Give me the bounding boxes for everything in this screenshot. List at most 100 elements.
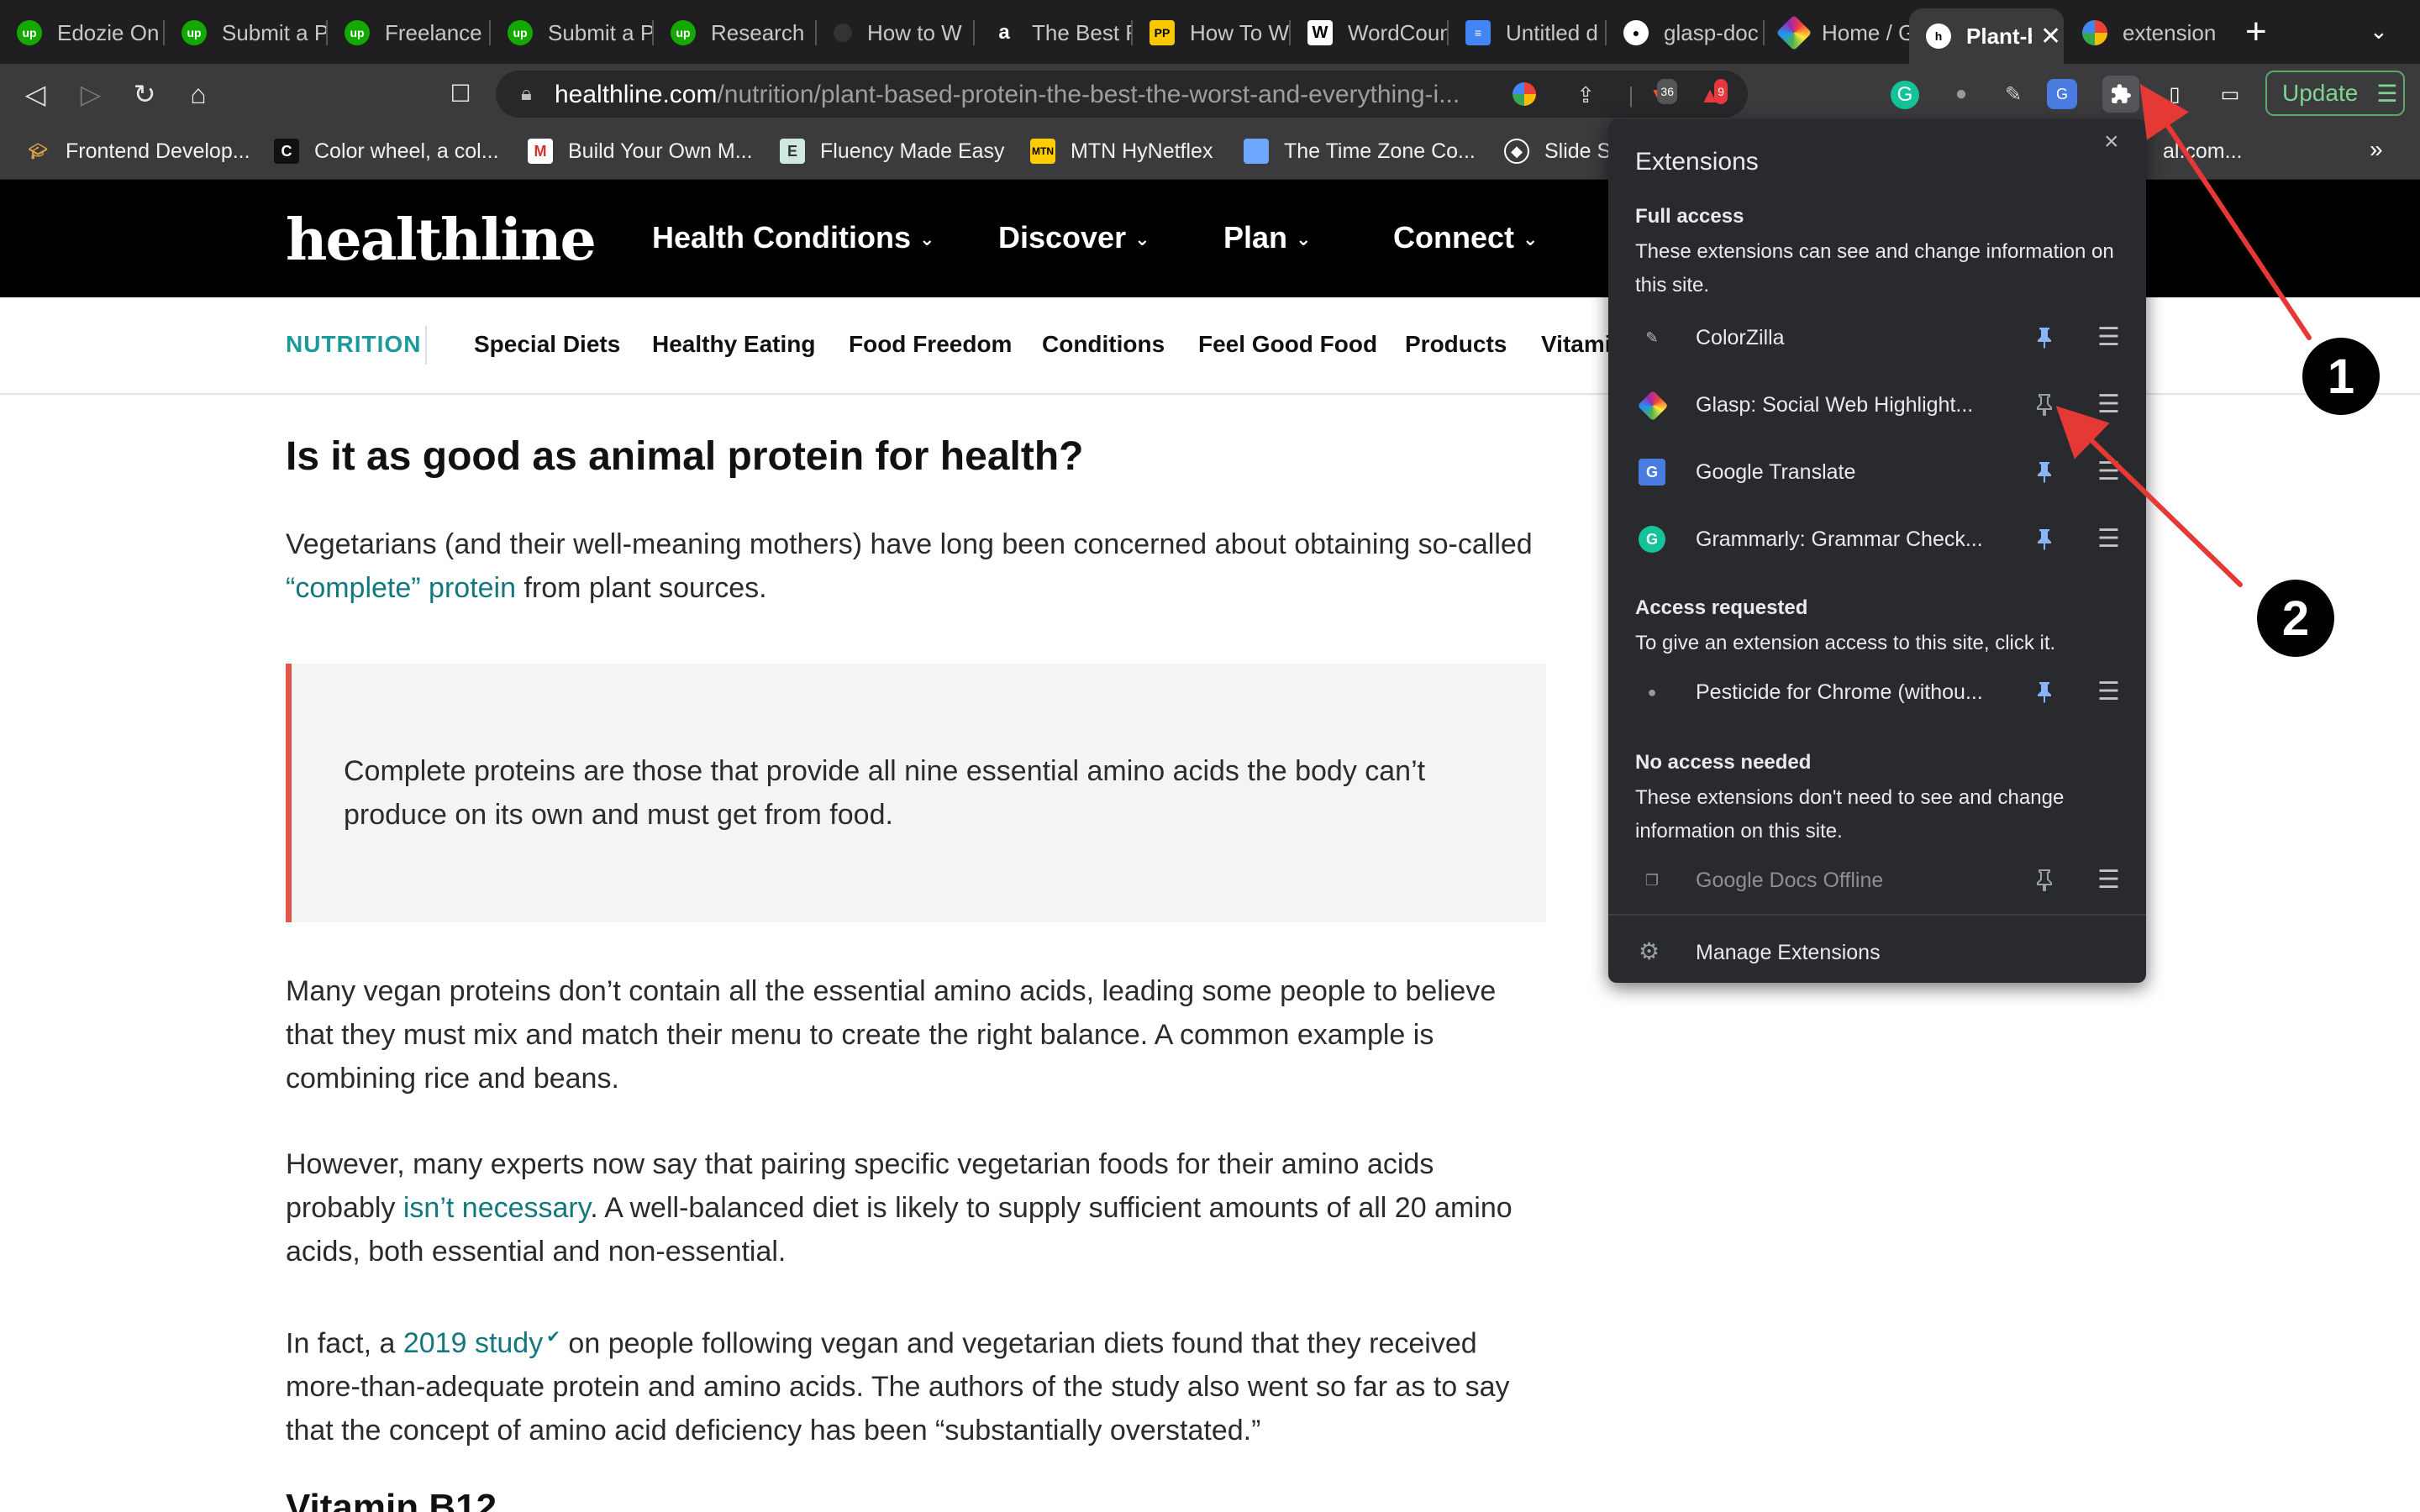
nav-health-conditions[interactable]: Health Conditions ⌄ bbox=[652, 220, 934, 255]
w-icon: W bbox=[1307, 20, 1333, 45]
gear-icon: ⚙ bbox=[1639, 938, 1660, 964]
upwork-icon: up bbox=[345, 20, 370, 45]
tab[interactable]: up Submit a P bbox=[165, 8, 328, 57]
healthline-logo[interactable]: healthline bbox=[286, 207, 597, 274]
tab[interactable]: ● glasp-doc bbox=[1607, 8, 1765, 57]
bookmark-item[interactable]: M Build Your Own M... bbox=[528, 136, 753, 166]
isnt-necessary-link[interactable]: isn’t necessary bbox=[403, 1192, 590, 1224]
tab[interactable]: ≡ Untitled d bbox=[1449, 8, 1607, 57]
new-tab-button[interactable]: + bbox=[2245, 13, 2267, 50]
more-menu-icon[interactable]: ☰ bbox=[2097, 865, 2120, 895]
menu-icon: ☰ bbox=[2376, 80, 2398, 107]
section-heading: Vitamin B12 bbox=[286, 1487, 497, 1512]
tab[interactable]: PP How To W bbox=[1133, 8, 1291, 57]
subnav-food-freedom[interactable]: Food Freedom bbox=[849, 331, 1012, 358]
tab[interactable]: up Research bbox=[654, 8, 817, 57]
paragraph: Many vegan proteins don’t contain all th… bbox=[286, 975, 1497, 1095]
step-2-marker: 2 bbox=[2257, 580, 2334, 657]
colorzilla-icon[interactable]: ✎ bbox=[1995, 76, 2032, 113]
bookmark-item[interactable]: MTN MTN HyNetflex bbox=[1030, 136, 1213, 166]
update-button[interactable]: Update ☰ bbox=[2265, 71, 2405, 116]
close-icon[interactable]: × bbox=[2104, 128, 2119, 156]
tab[interactable]: Home / Gl bbox=[1765, 8, 1909, 57]
bookmark-item[interactable]: C Color wheel, a col... bbox=[274, 136, 499, 166]
amazon-icon: a bbox=[998, 21, 1010, 44]
manage-extensions-button[interactable]: ⚙ Manage Extensions bbox=[1608, 926, 2146, 976]
pin-icon[interactable] bbox=[2032, 865, 2057, 895]
callout-text: Complete proteins are those that provide… bbox=[344, 755, 1426, 831]
pin-icon[interactable] bbox=[2032, 390, 2057, 420]
pin-icon[interactable] bbox=[2032, 323, 2057, 353]
subnav-vitamins[interactable]: Vitami bbox=[1541, 331, 1612, 358]
tab-search-chevron-icon[interactable]: ⌄ bbox=[2370, 18, 2388, 45]
bookmark-item[interactable]: E Fluency Made Easy bbox=[780, 136, 1005, 166]
extension-row-colorzilla[interactable]: ✎ ColorZilla ☰ bbox=[1608, 307, 2146, 366]
more-menu-icon[interactable]: ☰ bbox=[2097, 677, 2120, 707]
bookmark-item-partial[interactable]: al.com... bbox=[2163, 136, 2242, 166]
nav-plan[interactable]: Plan ⌄ bbox=[1223, 220, 1311, 255]
subnav-products[interactable]: Products bbox=[1405, 331, 1507, 358]
extension-row-pesticide[interactable]: ● Pesticide for Chrome (withou... ☰ bbox=[1608, 662, 2146, 721]
upwork-icon: up bbox=[508, 20, 533, 45]
subnav-special-diets[interactable]: Special Diets bbox=[474, 331, 620, 358]
google-icon bbox=[2082, 20, 2107, 45]
google-lens-icon[interactable] bbox=[1512, 82, 1536, 106]
extension-row-google-translate[interactable]: G Google Translate ☰ bbox=[1608, 442, 2146, 501]
tab[interactable]: extension bbox=[2065, 8, 2223, 57]
tab[interactable]: a The Best F bbox=[975, 8, 1133, 57]
extension-row-google-docs-offline[interactable]: ❐ Google Docs Offline ☰ bbox=[1608, 850, 2146, 909]
subnav-healthy-eating[interactable]: Healthy Eating bbox=[652, 331, 815, 358]
forward-icon[interactable]: ▷ bbox=[76, 79, 106, 109]
more-menu-icon[interactable]: ☰ bbox=[2097, 390, 2120, 420]
slide-icon: ◆ bbox=[1504, 139, 1529, 164]
divider bbox=[1608, 914, 2146, 916]
nav-connect[interactable]: Connect ⌄ bbox=[1393, 220, 1538, 255]
bookmark-item[interactable]: The Time Zone Co... bbox=[1244, 136, 1476, 166]
tab[interactable]: up Edozie On bbox=[0, 8, 165, 57]
share-icon[interactable]: ⇪ bbox=[1573, 82, 1598, 108]
paragraph: However, many experts now say that pairi… bbox=[286, 1148, 1512, 1268]
tab[interactable]: How to W bbox=[817, 8, 975, 57]
pin-icon[interactable] bbox=[2032, 457, 2057, 487]
upwork-icon: up bbox=[17, 20, 42, 45]
grammarly-icon[interactable]: G bbox=[1891, 81, 1919, 109]
tab-active[interactable]: hPlant-b✕ bbox=[1909, 8, 2064, 64]
bookmark-item[interactable]: 🎓︎ Frontend Develop... bbox=[25, 136, 250, 166]
pin-icon[interactable] bbox=[2032, 524, 2057, 554]
complete-protein-link[interactable]: “complete” protein bbox=[286, 572, 516, 604]
pin-icon[interactable] bbox=[2032, 677, 2057, 707]
tab[interactable]: W WordCoun bbox=[1291, 8, 1449, 57]
more-menu-icon[interactable]: ☰ bbox=[2097, 323, 2120, 353]
wallet-icon[interactable]: ▭ bbox=[2212, 76, 2249, 113]
chevron-down-icon: ⌄ bbox=[1523, 228, 1539, 250]
more-menu-icon[interactable]: ☰ bbox=[2097, 524, 2120, 554]
pp-icon: PP bbox=[1150, 20, 1175, 45]
google-translate-icon[interactable]: G bbox=[2047, 79, 2077, 109]
back-icon[interactable]: ◁ bbox=[20, 79, 50, 109]
sidebar-icon[interactable]: ▯ bbox=[2156, 76, 2193, 113]
tab[interactable]: up Freelance bbox=[328, 8, 491, 57]
extensions-puzzle-icon[interactable] bbox=[2102, 76, 2139, 113]
extension-row-grammarly[interactable]: G Grammarly: Grammar Check... ☰ bbox=[1608, 509, 2146, 568]
subnav-feel-good-food[interactable]: Feel Good Food bbox=[1198, 331, 1377, 358]
nav-discover[interactable]: Discover ⌄ bbox=[998, 220, 1150, 255]
brave-rewards-icon[interactable]: ▲ 9 bbox=[1697, 79, 1728, 108]
bookmark-item[interactable]: ◆ Slide S bbox=[1504, 136, 1611, 166]
pesticide-icon[interactable]: ● bbox=[1943, 76, 1980, 113]
healthline-icon: h bbox=[1926, 24, 1951, 49]
2019-study-link[interactable]: 2019 study ✔ bbox=[403, 1327, 560, 1359]
extension-row-glasp[interactable]: Glasp: Social Web Highlight... ☰ bbox=[1608, 375, 2146, 433]
home-icon[interactable]: ⌂ bbox=[183, 79, 213, 109]
close-tab-icon[interactable]: ✕ bbox=[2040, 22, 2061, 51]
bookmarks-overflow-icon[interactable]: » bbox=[2370, 136, 2383, 163]
category-label[interactable]: NUTRITION bbox=[286, 331, 421, 358]
google-translate-icon: G bbox=[1639, 459, 1665, 486]
subnav-conditions[interactable]: Conditions bbox=[1042, 331, 1165, 358]
address-bar[interactable]: 🔒︎ healthline.com/nutrition/plant-based-… bbox=[496, 71, 1748, 118]
upwork-icon: up bbox=[671, 20, 696, 45]
tab[interactable]: up Submit a P bbox=[491, 8, 654, 57]
reload-icon[interactable]: ↻ bbox=[129, 79, 160, 109]
bookmark-icon[interactable]: ☐ bbox=[445, 79, 476, 109]
more-menu-icon[interactable]: ☰ bbox=[2097, 457, 2120, 487]
brave-shields-icon[interactable]: ▼36 bbox=[1647, 79, 1677, 108]
